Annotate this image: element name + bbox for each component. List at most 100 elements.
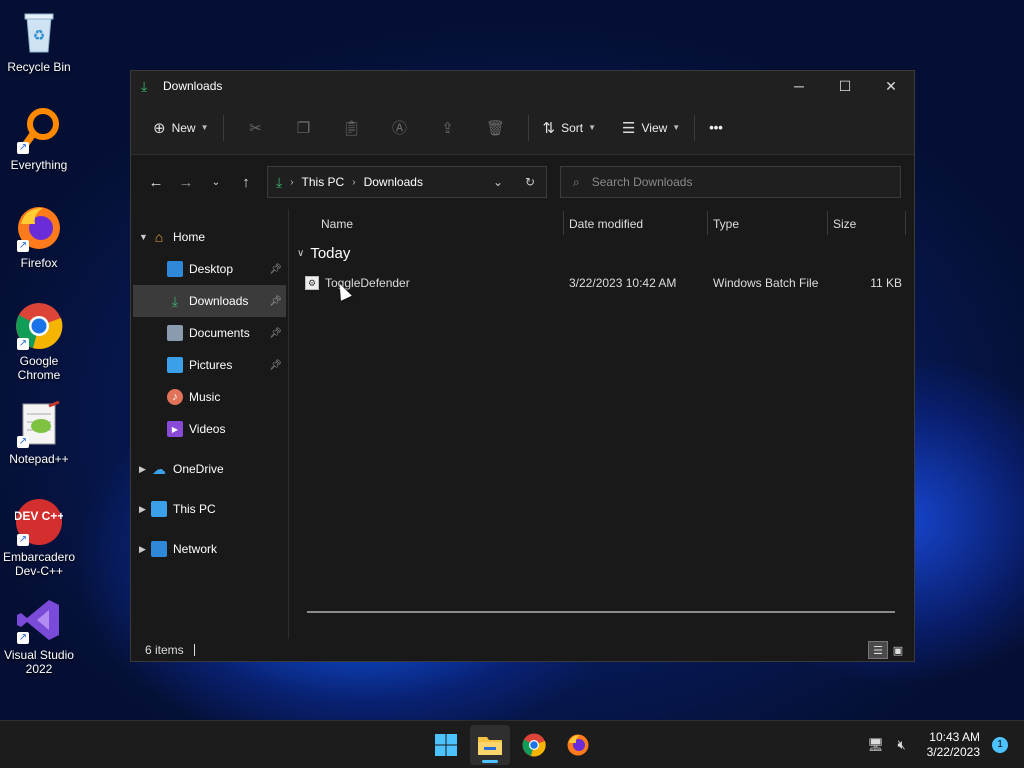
- file-list: Name Date modified Type Size ∨ Today ⚙ T…: [289, 209, 914, 639]
- taskbar-google-chrome[interactable]: [514, 725, 554, 765]
- tiles-view-icon: ▣: [892, 644, 904, 657]
- address-history-button[interactable]: ⌄: [482, 175, 514, 189]
- close-button[interactable]: ✕: [868, 71, 914, 101]
- sidebar-item-music[interactable]: ♪ Music: [131, 381, 288, 413]
- taskbar-firefox[interactable]: [558, 725, 598, 765]
- more-dots-icon: •••: [709, 120, 723, 135]
- search-input[interactable]: [591, 175, 872, 189]
- clock[interactable]: 10:43 AM 3/22/2023: [927, 730, 980, 760]
- videos-icon: ▶: [167, 421, 183, 437]
- desktop-icon-firefox[interactable]: ↗ Firefox: [0, 204, 78, 270]
- sidebar-item-label: Music: [189, 390, 221, 404]
- recycle-bin-icon: ♻: [15, 8, 63, 56]
- pin-icon: 📌︎: [269, 295, 282, 307]
- volume-muted-icon[interactable]: 🔇︎: [891, 737, 913, 753]
- breadcrumb-downloads[interactable]: Downloads: [364, 175, 423, 189]
- chevron-down-icon: ▼: [588, 123, 597, 132]
- new-label: New: [171, 120, 196, 135]
- view-button[interactable]: ☰ View ▼: [616, 112, 686, 144]
- desktop-icon-visual-studio-2022[interactable]: ↗ Visual Studio 2022: [0, 596, 78, 676]
- desktop-icon-embarcadero-dev-cpp[interactable]: DEV C++ ↗ Embarcadero Dev-C++: [0, 498, 78, 578]
- shortcut-arrow-icon: ↗: [17, 436, 29, 448]
- clipboard-icon: 📋︎: [341, 119, 362, 137]
- group-header-today[interactable]: ∨ Today: [297, 245, 350, 262]
- sidebar-item-label: Videos: [189, 422, 226, 436]
- command-bar: ⊕ New ▼ ✂ ❐ 📋︎ Ⓐ ⇪ 🗑︎ ⇅ Sort ▼ ☰ View ▼ …: [131, 101, 914, 155]
- window-title: Downloads: [163, 79, 223, 93]
- sidebar-item-documents[interactable]: Documents 📌︎: [131, 317, 288, 349]
- sidebar-item-videos[interactable]: ▶ Videos: [131, 413, 288, 445]
- breadcrumb-this-pc[interactable]: This PC: [302, 175, 345, 189]
- desktop-icon-google-chrome[interactable]: ↗ Google Chrome: [0, 302, 78, 382]
- sidebar-item-desktop[interactable]: Desktop 📌︎: [131, 253, 288, 285]
- sidebar-item-label: Pictures: [189, 358, 233, 372]
- forward-button[interactable]: →: [171, 167, 201, 197]
- sidebar-item-label: Documents: [189, 326, 250, 340]
- scissors-icon: ✂: [249, 119, 262, 137]
- desktop-icon-notepad-plus-plus[interactable]: ↗ Notepad++: [0, 400, 78, 466]
- column-header-size[interactable]: Size: [833, 217, 856, 231]
- toolbar-separator: [222, 114, 224, 141]
- refresh-button[interactable]: ↻: [514, 175, 546, 189]
- sidebar-item-onedrive[interactable]: ▶ ☁ OneDrive: [131, 453, 288, 485]
- music-icon: ♪: [167, 389, 183, 405]
- desktop-icon-recycle-bin[interactable]: ♻ Recycle Bin: [0, 8, 78, 74]
- horizontal-scrollbar[interactable]: [307, 611, 895, 613]
- up-button[interactable]: ↑: [231, 167, 261, 197]
- sidebar-item-home[interactable]: ▼ ⌂ Home: [131, 221, 288, 253]
- back-button[interactable]: ←: [141, 167, 171, 197]
- maximize-button[interactable]: ☐: [822, 71, 868, 101]
- dev-cpp-icon: DEV C++ ↗: [14, 498, 64, 546]
- column-separator[interactable]: [707, 211, 708, 235]
- chrome-icon: [522, 733, 546, 757]
- search-box[interactable]: ⌕: [560, 166, 901, 198]
- batch-file-icon: ⚙: [305, 276, 319, 290]
- sidebar-item-this-pc[interactable]: ▶ This PC: [131, 493, 288, 525]
- minimize-button[interactable]: ─: [776, 71, 822, 101]
- column-header-type[interactable]: Type: [713, 217, 739, 231]
- status-bar: 6 items ☰ ▣: [131, 639, 914, 661]
- paste-button[interactable]: 📋︎: [328, 112, 376, 144]
- shortcut-arrow-icon: ↗: [17, 338, 29, 350]
- copy-button[interactable]: ❐: [280, 112, 328, 144]
- delete-button[interactable]: 🗑︎: [472, 112, 520, 144]
- sort-button[interactable]: ⇅ Sort ▼: [537, 112, 603, 144]
- see-more-button[interactable]: •••: [703, 112, 729, 144]
- taskbar-file-explorer[interactable]: [470, 725, 510, 765]
- arrow-up-icon: ↑: [242, 173, 250, 191]
- clock-date: 3/22/2023: [926, 745, 980, 759]
- new-button[interactable]: ⊕ New ▼: [147, 112, 215, 144]
- sidebar-item-network[interactable]: ▶ Network: [131, 533, 288, 565]
- sidebar-item-label: OneDrive: [173, 462, 224, 476]
- title-bar[interactable]: ⤓ Downloads ─ ☐ ✕: [131, 71, 914, 101]
- column-header-name[interactable]: Name: [321, 217, 353, 231]
- home-icon: ⌂: [154, 229, 164, 245]
- share-icon: ⇪: [441, 119, 454, 137]
- downloads-icon: ⤓: [141, 78, 148, 94]
- column-separator[interactable]: [827, 211, 828, 235]
- sidebar-item-downloads[interactable]: ⤓ Downloads 📌︎: [133, 285, 286, 317]
- start-button[interactable]: [426, 725, 466, 765]
- share-button[interactable]: ⇪: [424, 112, 472, 144]
- column-header-date-modified[interactable]: Date modified: [569, 217, 643, 231]
- cut-button[interactable]: ✂: [232, 112, 280, 144]
- rename-button[interactable]: Ⓐ: [376, 112, 424, 144]
- clock-time: 10:43 AM: [929, 730, 980, 744]
- table-row[interactable]: ⚙ ToggleDefender 3/22/2023 10:42 AM Wind…: [305, 271, 902, 295]
- sidebar-item-label: Home: [173, 230, 206, 244]
- sidebar-item-pictures[interactable]: Pictures 📌︎: [131, 349, 288, 381]
- chevron-down-icon: ⌄: [492, 175, 504, 189]
- network-icon[interactable]: 🖥︎: [865, 737, 887, 753]
- shortcut-arrow-icon: ↗: [17, 142, 29, 154]
- status-divider: [193, 644, 195, 656]
- notification-badge[interactable]: 1: [992, 737, 1008, 753]
- column-separator[interactable]: [905, 211, 906, 235]
- details-view-icon: ☰: [873, 644, 883, 657]
- file-date-modified: 3/22/2023 10:42 AM: [569, 276, 677, 290]
- address-bar[interactable]: ⤓ › This PC › Downloads ⌄ ↻: [267, 166, 547, 198]
- tiles-view-button[interactable]: ▣: [888, 641, 908, 659]
- column-separator[interactable]: [563, 211, 564, 235]
- recent-locations-button[interactable]: ⌄: [201, 167, 231, 197]
- details-view-button[interactable]: ☰: [868, 641, 888, 659]
- desktop-icon-everything[interactable]: ↗ Everything: [0, 106, 78, 172]
